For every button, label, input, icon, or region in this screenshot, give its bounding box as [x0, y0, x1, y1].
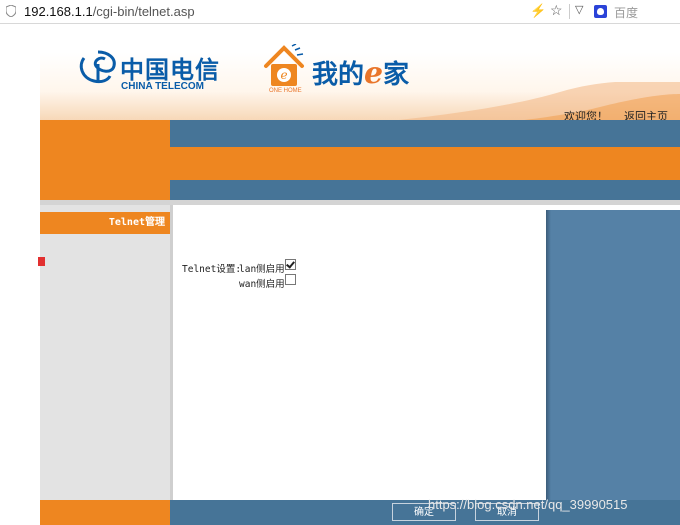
lan-enable-checkbox[interactable]	[285, 259, 296, 270]
house-icon: e	[264, 44, 304, 86]
left-menu-panel	[40, 205, 170, 500]
watermark: https://blog.csdn.net/qq_39990515	[428, 497, 628, 512]
product-name: 我的e家	[312, 54, 409, 91]
wan-enable-label: wan侧启用	[239, 279, 285, 290]
chevron-down-icon[interactable]: ▽	[575, 3, 583, 16]
url-path: /cgi-bin/telnet.asp	[92, 4, 195, 19]
product-name-post: 家	[383, 60, 410, 90]
menu-item-telnet[interactable]: Telnet管理	[40, 212, 173, 234]
product-subtitle: ONE HOME	[269, 88, 302, 94]
bookmark-star-icon[interactable]: ☆	[550, 2, 563, 19]
brand-name-cn: 中国电信	[120, 55, 220, 84]
main-nav-bar	[170, 147, 680, 180]
lightning-icon[interactable]: ⚡	[530, 3, 546, 19]
brand-name-en: CHINA TELECOM	[121, 81, 204, 92]
product-name-pre: 我的	[312, 60, 365, 90]
header-banner: 中国电信 CHINA TELECOM e 我的e家 ONE HOME	[40, 24, 680, 120]
content-panel	[170, 205, 546, 500]
search-input[interactable]: 百度	[614, 4, 638, 21]
baidu-paw-icon	[594, 5, 607, 18]
address-bar[interactable]: 192.168.1.1/cgi-bin/telnet.asp ⚡ ☆ ▽ 百度	[0, 0, 680, 24]
url-text[interactable]: 192.168.1.1/cgi-bin/telnet.asp	[24, 4, 195, 19]
product-name-e: e	[364, 56, 384, 91]
active-marker	[38, 257, 45, 266]
wan-enable-checkbox[interactable]	[285, 274, 296, 285]
svg-text:e: e	[280, 68, 287, 82]
footer-left-block	[40, 500, 170, 525]
sub-nav-bar	[170, 180, 680, 200]
left-header-block	[40, 120, 170, 200]
right-side-panel	[546, 210, 680, 500]
shield-icon	[6, 5, 16, 17]
telnet-settings-label: Telnet设置:	[182, 264, 242, 275]
china-telecom-swirl-icon	[79, 50, 116, 84]
lan-enable-label: lan侧启用	[239, 264, 285, 275]
top-nav-bar	[170, 120, 680, 147]
url-host: 192.168.1.1	[24, 4, 93, 19]
divider	[569, 4, 570, 19]
